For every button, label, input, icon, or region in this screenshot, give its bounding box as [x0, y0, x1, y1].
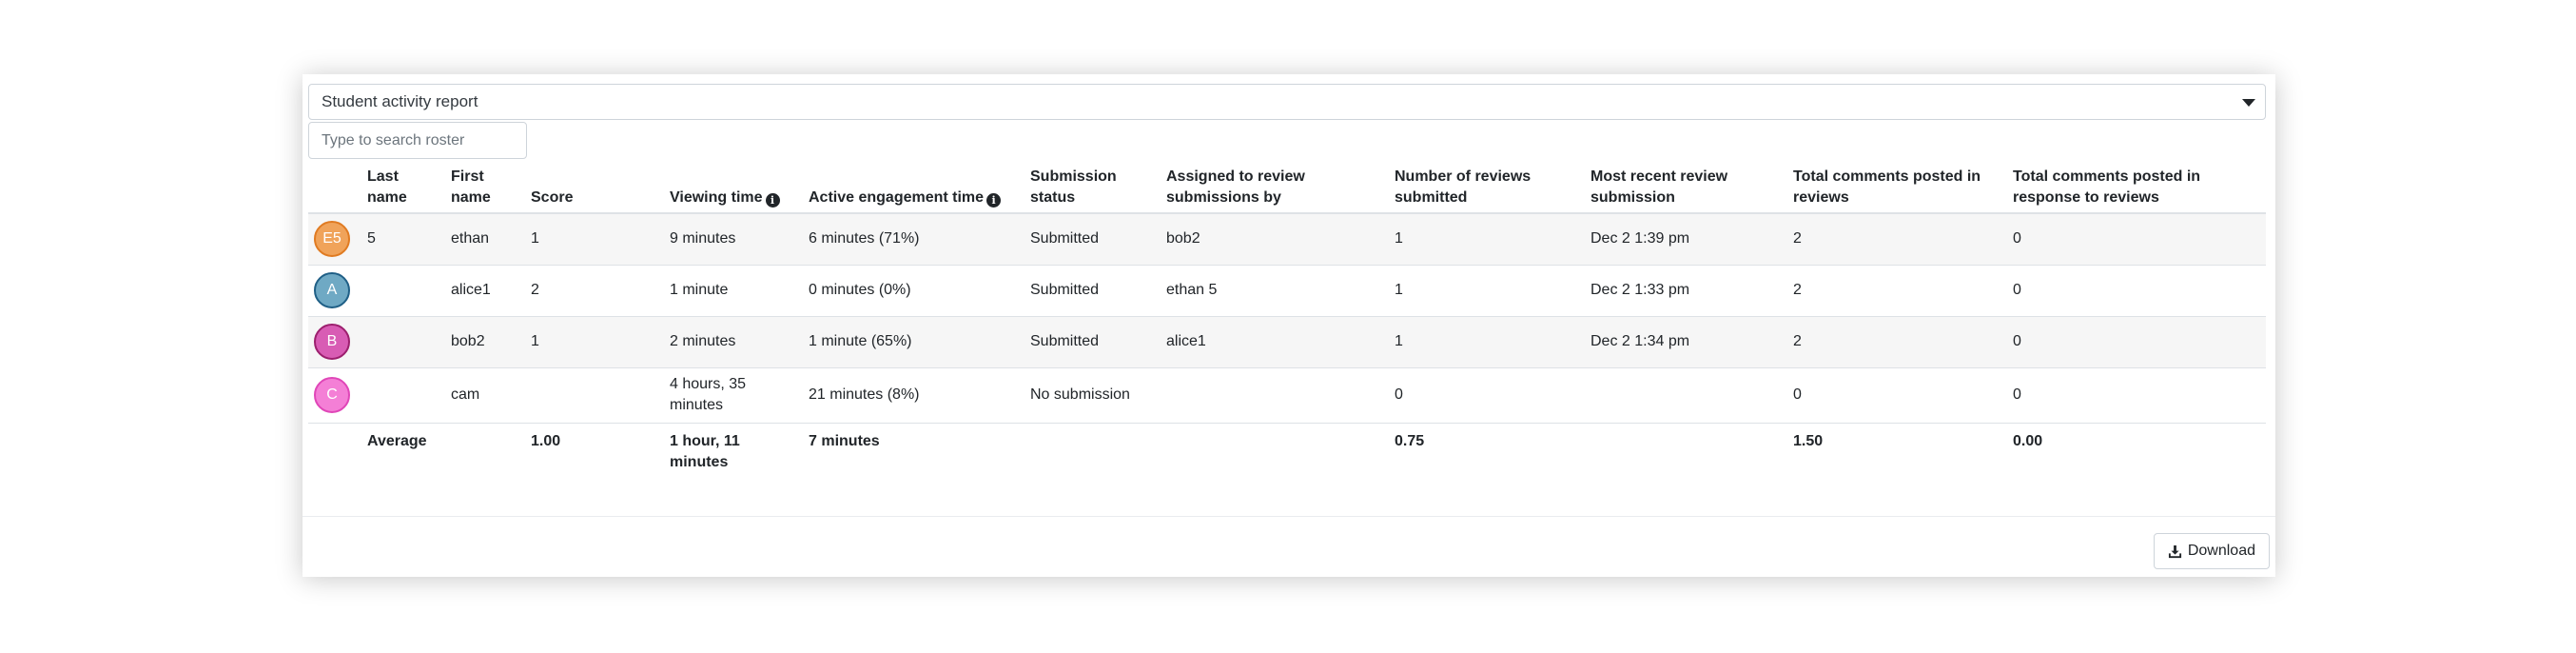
table-header-row: Last name First name Score Viewing time i…	[308, 162, 2266, 214]
report-select-label: Student activity report	[322, 92, 478, 110]
first-name-cell: cam	[445, 366, 525, 423]
active-engagement-cell: 21 minutes (8%)	[803, 366, 1025, 423]
recent-review-header[interactable]: Most recent review submission	[1585, 162, 1787, 214]
table-row: B bob2 1 2 minutes 1 minute (65%) Submit…	[308, 315, 2266, 367]
first-name-cell: ethan	[445, 212, 525, 265]
viewing-time-cell: 9 minutes	[664, 212, 803, 265]
comments-in-reviews-cell: 0	[1787, 366, 2007, 423]
reviews-submitted-cell: 1	[1389, 212, 1585, 265]
recent-review-cell: Dec 2 1:39 pm	[1585, 212, 1787, 265]
viewing-time-cell: 2 minutes	[664, 315, 803, 367]
comments-in-reviews-cell: 2	[1787, 315, 2007, 367]
last-name-header[interactable]: Last name	[361, 162, 445, 214]
caret-down-icon[interactable]	[2242, 99, 2255, 107]
submission-status-header[interactable]: Submission status	[1025, 162, 1161, 214]
table-row: C cam 4 hours, 35 minutes 21 minutes (8%…	[308, 366, 2266, 423]
average-comments-in-reviews: 1.50	[1787, 422, 2007, 485]
reviews-submitted-cell: 0	[1389, 366, 1585, 423]
active-engagement-cell: 1 minute (65%)	[803, 315, 1025, 367]
assigned-to-review-header[interactable]: Assigned to review submissions by	[1161, 162, 1389, 214]
score-cell	[525, 366, 664, 423]
viewing-time-header-label: Viewing time	[670, 189, 763, 206]
score-cell: 1	[525, 315, 664, 367]
reviews-submitted-header[interactable]: Number of reviews submitted	[1389, 162, 1585, 214]
recent-review-cell	[1585, 366, 1787, 423]
reviews-submitted-cell: 1	[1389, 264, 1585, 316]
average-score: 1.00	[525, 422, 664, 485]
avatar: E5	[314, 221, 350, 258]
score-header[interactable]: Score	[525, 162, 664, 214]
active-engagement-header-label: Active engagement time	[809, 189, 985, 206]
footer-divider	[302, 516, 2275, 517]
comments-in-response-cell: 0	[2007, 264, 2266, 316]
submission-status-cell: No submission	[1025, 366, 1161, 423]
table-row: E5 5 ethan 1 9 minutes 6 minutes (71%) S…	[308, 212, 2266, 265]
submission-status-cell: Submitted	[1025, 315, 1161, 367]
comments-in-reviews-cell: 2	[1787, 212, 2007, 265]
info-icon[interactable]: i	[765, 193, 780, 208]
comments-in-reviews-cell: 2	[1787, 264, 2007, 316]
info-icon[interactable]: i	[986, 193, 1002, 208]
active-engagement-header[interactable]: Active engagement time i	[803, 162, 1025, 214]
avatar: A	[314, 272, 350, 308]
comments-in-response-cell: 0	[2007, 315, 2266, 367]
assigned-to-review-cell: bob2	[1161, 212, 1389, 265]
last-name-cell	[361, 366, 445, 423]
comments-in-response-header[interactable]: Total comments posted in response to rev…	[2007, 162, 2266, 214]
score-cell: 1	[525, 212, 664, 265]
avatar: C	[314, 377, 350, 413]
average-active-engagement: 7 minutes	[803, 422, 1025, 485]
comments-in-response-cell: 0	[2007, 212, 2266, 265]
score-cell: 2	[525, 264, 664, 316]
average-comments-in-response: 0.00	[2007, 422, 2266, 485]
active-engagement-cell: 0 minutes (0%)	[803, 264, 1025, 316]
avatar-header	[308, 162, 361, 214]
last-name-cell	[361, 315, 445, 367]
download-label: Download	[2187, 543, 2255, 559]
viewing-time-cell: 4 hours, 35 minutes	[664, 366, 803, 423]
comments-in-response-cell: 0	[2007, 366, 2266, 423]
viewing-time-cell: 1 minute	[664, 264, 803, 316]
roster-table: Last name First name Score Viewing time i…	[308, 162, 2266, 485]
reviews-submitted-cell: 1	[1389, 315, 1585, 367]
comments-in-reviews-header[interactable]: Total comments posted in reviews	[1787, 162, 2007, 214]
average-viewing-time: 1 hour, 11 minutes	[664, 422, 803, 485]
roster-search-input[interactable]	[308, 122, 527, 159]
assigned-to-review-cell	[1161, 366, 1389, 423]
avatar: B	[314, 324, 350, 360]
active-engagement-cell: 6 minutes (71%)	[803, 212, 1025, 265]
assigned-to-review-cell: ethan 5	[1161, 264, 1389, 316]
last-name-cell: 5	[361, 212, 445, 265]
recent-review-cell: Dec 2 1:33 pm	[1585, 264, 1787, 316]
average-label: Average	[361, 422, 525, 485]
download-icon	[2168, 544, 2181, 558]
assigned-to-review-cell: alice1	[1161, 315, 1389, 367]
recent-review-cell: Dec 2 1:34 pm	[1585, 315, 1787, 367]
student-activity-panel: Student activity report Last name First …	[302, 74, 2275, 577]
first-name-cell: bob2	[445, 315, 525, 367]
first-name-header[interactable]: First name	[445, 162, 525, 214]
table-row: A alice1 2 1 minute 0 minutes (0%) Submi…	[308, 264, 2266, 316]
report-select[interactable]: Student activity report	[308, 84, 2266, 120]
submission-status-cell: Submitted	[1025, 212, 1161, 265]
average-row: Average 1.00 1 hour, 11 minutes 7 minute…	[308, 422, 2266, 485]
average-reviews-submitted: 0.75	[1389, 422, 1585, 485]
download-button[interactable]: Download	[2153, 533, 2270, 569]
first-name-cell: alice1	[445, 264, 525, 316]
viewing-time-header[interactable]: Viewing time i	[664, 162, 803, 214]
submission-status-cell: Submitted	[1025, 264, 1161, 316]
last-name-cell	[361, 264, 445, 316]
